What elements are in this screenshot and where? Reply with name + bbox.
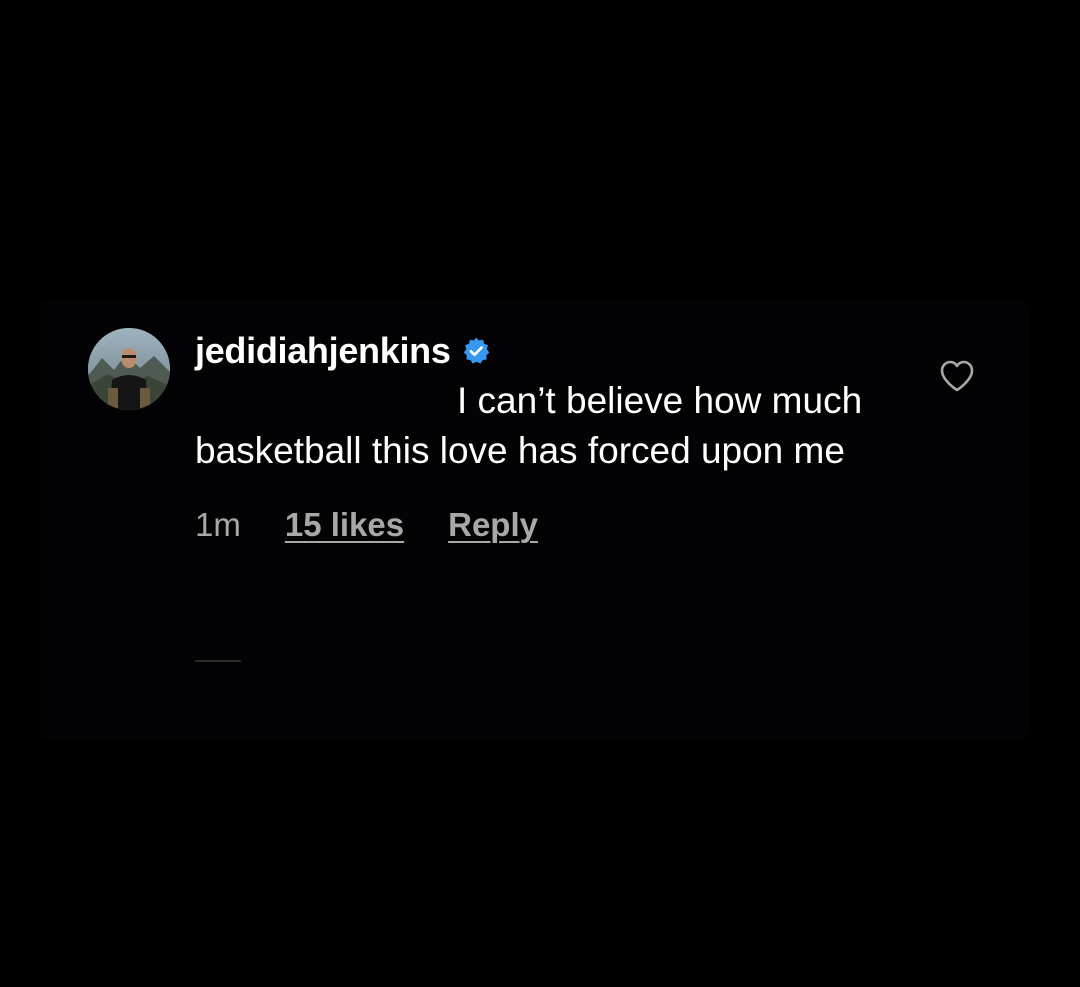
- likes-count-link[interactable]: 15 likes: [285, 506, 404, 544]
- comment-timestamp: 1m: [195, 506, 241, 543]
- comment-body: jedidiahjenkins I can’t believe how much…: [195, 326, 915, 550]
- screen: jedidiahjenkins I can’t believe how much…: [0, 0, 1080, 987]
- view-replies-line[interactable]: [195, 660, 241, 662]
- avatar[interactable]: [88, 328, 170, 410]
- heart-outline-icon: [940, 360, 974, 392]
- reply-button[interactable]: Reply: [448, 506, 538, 544]
- verified-badge-icon: [461, 336, 491, 366]
- comment-text: I can’t believe how much basketball this…: [195, 380, 863, 471]
- avatar-photo: [88, 328, 170, 410]
- username-row: jedidiahjenkins: [195, 326, 915, 376]
- comment-meta: 1m 15 likes Reply: [195, 500, 915, 550]
- username-link[interactable]: jedidiahjenkins: [195, 330, 451, 372]
- like-button[interactable]: [938, 358, 976, 394]
